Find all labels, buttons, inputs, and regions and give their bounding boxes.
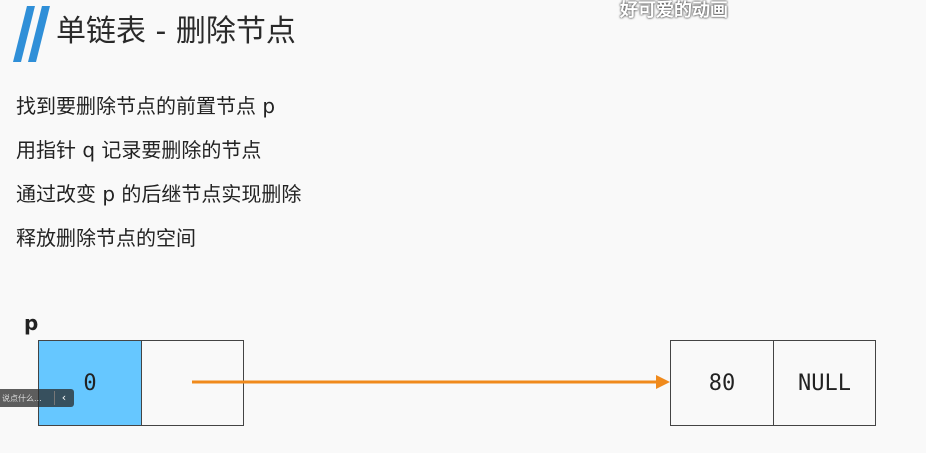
chevron-left-icon[interactable]: ‹ — [54, 391, 73, 405]
node-data-cell: 80 — [708, 370, 736, 396]
list-node-80: 80 NULL — [670, 340, 876, 426]
slide: 单链表 - 删除节点 好可爱的动画 找到要删除节点的前置节点 p 用指针 q 记… — [0, 0, 926, 453]
node-next-cell: NULL — [773, 341, 875, 425]
comment-placeholder[interactable]: 说点什么... — [0, 393, 52, 404]
comment-bar[interactable]: 说点什么... ‹ — [0, 389, 74, 407]
